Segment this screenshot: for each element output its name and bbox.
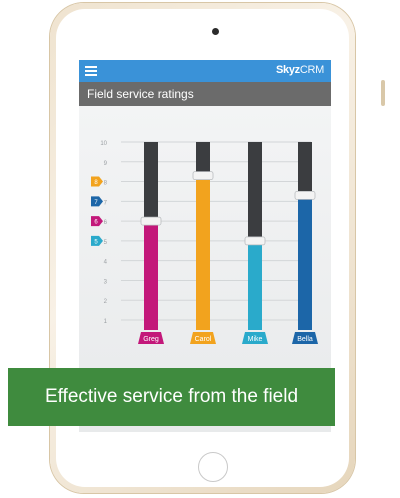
slider-handle[interactable]	[244, 236, 266, 246]
slider-handle[interactable]	[294, 191, 316, 200]
y-tick-label: 9	[104, 161, 108, 167]
y-tick-label: 1	[104, 319, 108, 325]
banner-text: Effective service from the field	[44, 386, 299, 407]
y-tick-label: 2	[104, 299, 108, 305]
bar-track	[248, 142, 262, 241]
bar-track	[196, 142, 210, 176]
slider-handle[interactable]	[192, 171, 214, 181]
title-bar: Field service ratings	[79, 82, 331, 106]
y-tick-label: 8	[104, 181, 108, 187]
volume-button	[381, 80, 385, 106]
bar	[248, 240, 262, 330]
category-label: Greg	[143, 336, 159, 343]
slider-handle[interactable]	[140, 216, 162, 226]
y-tick-label: 10	[100, 141, 107, 147]
y-tick-label: 5	[104, 240, 108, 246]
camera-icon	[212, 28, 219, 35]
category-label: Mike	[248, 336, 263, 343]
bar-track	[298, 142, 312, 196]
home-button[interactable]	[198, 452, 228, 482]
y-tick-label: 3	[104, 279, 108, 285]
brand-logo: SkyzCRM	[275, 64, 324, 76]
page-title: Field service ratings	[87, 87, 194, 101]
y-tick-label: 6	[104, 220, 108, 226]
promo-banner: Effective service from the field	[8, 368, 335, 426]
bar	[144, 221, 158, 330]
bar-track	[144, 142, 158, 222]
bar	[196, 175, 210, 330]
category-label: Bella	[297, 336, 313, 343]
top-bar: SkyzCRM	[79, 60, 331, 82]
y-tick-label: 4	[104, 260, 108, 266]
hamburger-menu-icon[interactable]	[85, 66, 97, 76]
y-tick-label: 7	[104, 200, 108, 206]
category-label: Carol	[195, 336, 212, 343]
bar	[298, 195, 312, 330]
